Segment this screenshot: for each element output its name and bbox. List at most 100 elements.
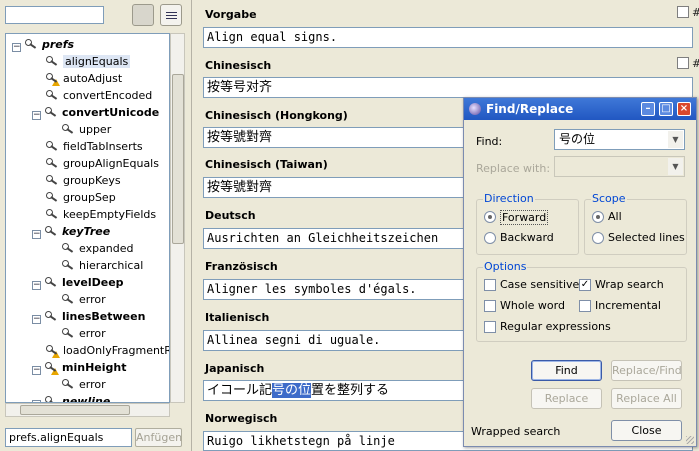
tree-item[interactable]: convertEncoded bbox=[46, 87, 152, 104]
scroll-thumb[interactable] bbox=[172, 74, 184, 244]
tree-item[interactable]: error bbox=[62, 325, 106, 342]
tree-item[interactable]: error bbox=[62, 376, 106, 393]
collapse-icon[interactable]: − bbox=[32, 230, 41, 239]
tree-item[interactable]: − levelDeep bbox=[32, 274, 124, 291]
tree-item-label: autoAdjust bbox=[63, 72, 123, 85]
collapse-icon[interactable]: − bbox=[32, 281, 41, 290]
scroll-thumb[interactable] bbox=[20, 405, 130, 415]
backward-radio[interactable] bbox=[484, 232, 496, 244]
tree-item[interactable]: loadOnlyFragmentRe bbox=[46, 342, 169, 359]
minimize-icon[interactable]: – bbox=[641, 102, 655, 116]
forward-radio[interactable] bbox=[484, 211, 496, 223]
tree-item[interactable]: hierarchical bbox=[62, 257, 143, 274]
key-name-input[interactable]: prefs.alignEquals bbox=[5, 428, 132, 447]
tree-item-label: error bbox=[79, 293, 106, 306]
regex-checkbox[interactable] bbox=[484, 321, 496, 333]
case-sensitive-label[interactable]: Case sensitive bbox=[500, 278, 579, 291]
flat-view-button[interactable] bbox=[132, 4, 154, 26]
chevron-down-icon[interactable]: ▼ bbox=[668, 131, 683, 148]
add-key-button[interactable]: Anfügen bbox=[135, 428, 182, 447]
selected-lines-label[interactable]: Selected lines bbox=[608, 231, 685, 244]
collapse-icon[interactable]: − bbox=[32, 315, 41, 324]
backward-label[interactable]: Backward bbox=[500, 231, 554, 244]
tree-item[interactable]: keepEmptyFields bbox=[46, 206, 156, 223]
replace-combo[interactable]: ▼ bbox=[554, 156, 685, 177]
tree-item-label: error bbox=[79, 378, 106, 391]
key-icon bbox=[45, 310, 58, 321]
regex-label[interactable]: Regular expressions bbox=[500, 320, 611, 333]
replace-find-button[interactable]: Replace/Find bbox=[611, 360, 682, 381]
find-combo[interactable]: 号の位 ▼ bbox=[554, 129, 685, 150]
replace-button[interactable]: Replace bbox=[531, 388, 602, 409]
key-icon bbox=[46, 157, 59, 168]
tree-item[interactable]: alignEquals bbox=[46, 53, 131, 70]
key-warning-icon bbox=[46, 344, 60, 358]
section-label: Chinesisch (Taiwan) bbox=[205, 158, 328, 171]
all-label[interactable]: All bbox=[608, 210, 622, 223]
dialog-titlebar[interactable]: Find/Replace – □ × bbox=[464, 98, 696, 120]
key-icon bbox=[46, 55, 59, 66]
hash-label: # bbox=[692, 57, 699, 70]
wrap-search-label[interactable]: Wrap search bbox=[595, 278, 664, 291]
find-value: 号の位 bbox=[559, 132, 596, 146]
tree-item-label: hierarchical bbox=[79, 259, 144, 272]
tree-item[interactable]: expanded bbox=[62, 240, 134, 257]
text-before: イコール記 bbox=[207, 383, 273, 398]
all-radio[interactable] bbox=[592, 211, 604, 223]
maximize-icon[interactable]: □ bbox=[659, 102, 673, 116]
collapse-icon[interactable]: − bbox=[32, 111, 41, 120]
find-button[interactable]: Find bbox=[531, 360, 602, 381]
tree-vertical-scrollbar[interactable] bbox=[170, 33, 185, 403]
collapse-icon[interactable]: − bbox=[32, 366, 41, 375]
resize-grip-icon[interactable] bbox=[686, 436, 694, 444]
chinese-value-field[interactable]: 按等号对齐 bbox=[203, 77, 693, 98]
chevron-down-icon[interactable]: ▼ bbox=[668, 158, 683, 175]
filter-input[interactable] bbox=[5, 6, 104, 24]
eclipse-logo-icon bbox=[469, 103, 481, 115]
default-value-field[interactable]: Align equal signs. bbox=[203, 27, 693, 48]
close-button[interactable]: Close bbox=[611, 420, 682, 441]
tree-item[interactable]: groupKeys bbox=[46, 172, 121, 189]
incremental-label[interactable]: Incremental bbox=[595, 299, 661, 312]
case-sensitive-checkbox[interactable] bbox=[484, 279, 496, 291]
forward-label[interactable]: Forward bbox=[500, 210, 549, 225]
search-highlight: 号の位 bbox=[272, 383, 312, 398]
tree-item[interactable]: − convertUnicode bbox=[32, 104, 159, 121]
section-label: Italienisch bbox=[205, 311, 270, 324]
tree-item[interactable]: − prefs bbox=[12, 36, 74, 53]
whole-word-label[interactable]: Whole word bbox=[500, 299, 565, 312]
tree-item[interactable]: −newline bbox=[32, 393, 110, 402]
close-icon[interactable]: × bbox=[677, 102, 691, 116]
tree-horizontal-scrollbar[interactable] bbox=[5, 403, 170, 417]
tree-item-label: groupSep bbox=[63, 191, 116, 204]
tree-item-label: convertUnicode bbox=[62, 106, 160, 119]
tree-item-label: groupAlignEquals bbox=[63, 157, 159, 170]
key-warning-icon bbox=[45, 361, 59, 375]
tree-item[interactable]: error bbox=[62, 291, 106, 308]
tree-item[interactable]: − linesBetween bbox=[32, 308, 145, 325]
tree-item[interactable]: − keyTree bbox=[32, 223, 110, 240]
incremental-checkbox[interactable] bbox=[579, 300, 591, 312]
whole-word-checkbox[interactable] bbox=[484, 300, 496, 312]
key-icon bbox=[62, 259, 75, 270]
chinese-checkbox[interactable] bbox=[677, 57, 689, 69]
key-tree[interactable]: − prefs alignEquals autoAdjust convertEncode… bbox=[5, 33, 170, 403]
wrap-search-checkbox[interactable]: ✓ bbox=[579, 279, 591, 291]
replace-all-button[interactable]: Replace All bbox=[611, 388, 682, 409]
key-icon bbox=[62, 123, 75, 134]
tree-item[interactable]: upper bbox=[62, 121, 111, 138]
tree-item[interactable]: − minHeight bbox=[32, 359, 126, 376]
key-icon bbox=[62, 327, 75, 338]
tree-item[interactable]: autoAdjust bbox=[46, 70, 122, 87]
default-checkbox[interactable] bbox=[677, 6, 689, 18]
find-replace-dialog: Find/Replace – □ × Find: 号の位 ▼ Replace w… bbox=[463, 97, 697, 447]
hierarchical-view-button[interactable] bbox=[160, 4, 182, 26]
selected-lines-radio[interactable] bbox=[592, 232, 604, 244]
tree-item[interactable]: fieldTabInserts bbox=[46, 138, 143, 155]
tree-item-label: upper bbox=[79, 123, 112, 136]
collapse-icon[interactable]: − bbox=[12, 43, 21, 52]
tree-item-label: alignEquals bbox=[63, 55, 131, 68]
tree-item[interactable]: groupSep bbox=[46, 189, 116, 206]
tree-item[interactable]: groupAlignEquals bbox=[46, 155, 159, 172]
tree-item-label: fieldTabInserts bbox=[63, 140, 143, 153]
